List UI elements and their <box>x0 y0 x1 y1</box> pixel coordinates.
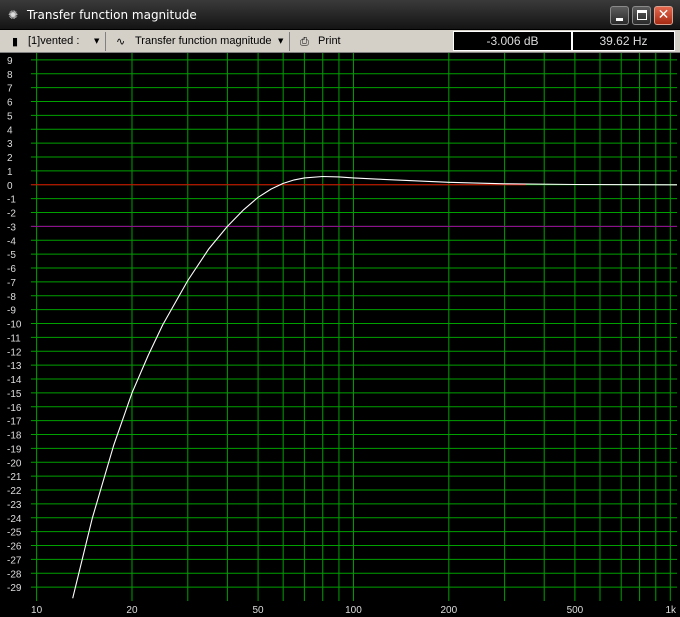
title-bar: ✺ Transfer function magnitude ✕ <box>0 0 680 30</box>
app-icon: ✺ <box>8 8 19 22</box>
x-tick-label: 100 <box>345 605 362 616</box>
project-selector-label: [1]vented : <box>28 35 80 47</box>
speaker-icon: ▮ <box>12 35 19 48</box>
y-tick-label: -2 <box>7 209 16 220</box>
y-tick-label: 2 <box>7 153 13 164</box>
y-tick-label: -9 <box>7 306 16 317</box>
close-icon: ✕ <box>657 7 670 23</box>
y-tick-label: 7 <box>7 84 13 95</box>
y-tick-label: -5 <box>7 250 16 261</box>
y-tick-label: -26 <box>7 542 22 553</box>
project-selector-dropdown[interactable]: ▮ [1]vented : ▼ <box>6 32 106 51</box>
y-tick-label: -13 <box>7 361 22 372</box>
db-readout: -3.006 dB <box>453 31 572 51</box>
x-tick-label: 50 <box>253 605 265 616</box>
x-tick-label: 20 <box>126 605 138 616</box>
y-tick-label: -14 <box>7 375 22 386</box>
x-tick-label: 10 <box>31 605 43 616</box>
minimize-button[interactable] <box>610 6 629 25</box>
plot-area[interactable]: 9 8 7 6 5 4 3 2 1 0 -1 -2 -3 -4 -5 -6 -7 -8 -9 -10 -11 -12 -13… <box>0 53 680 617</box>
y-tick-label: -1 <box>7 195 16 206</box>
y-tick-label: -11 <box>7 333 21 344</box>
y-tick-label: 5 <box>7 111 13 122</box>
y-tick-label: 9 <box>7 56 13 67</box>
chevron-down-icon: ▼ <box>278 37 284 45</box>
wave-icon: ∿ <box>116 35 126 48</box>
y-tick-label: -27 <box>7 555 22 566</box>
y-tick-label: -8 <box>7 292 16 303</box>
magnitude-curve <box>72 175 677 599</box>
y-tick-label: -7 <box>7 278 16 289</box>
y-tick-label: 4 <box>7 125 13 136</box>
y-tick-label: -16 <box>7 403 22 414</box>
graph-type-dropdown[interactable]: ∿ Transfer function magnitude ▼ <box>112 32 290 51</box>
y-tick-label: -18 <box>7 431 22 442</box>
hz-readout: 39.62 Hz <box>572 31 675 51</box>
reference-lines <box>31 184 677 227</box>
y-tick-label: 6 <box>7 98 13 109</box>
chevron-down-icon: ▼ <box>94 37 100 45</box>
y-tick-label: -20 <box>7 458 22 469</box>
x-tick-label: 1k <box>665 605 677 616</box>
y-tick-label: -23 <box>7 500 22 511</box>
y-tick-label: -10 <box>7 320 22 331</box>
y-tick-label: 0 <box>7 181 13 192</box>
y-tick-label: -6 <box>7 264 16 275</box>
y-tick-label: -24 <box>7 514 22 525</box>
y-tick-label: -12 <box>7 347 22 358</box>
printer-icon: ⎙ <box>300 35 309 48</box>
y-tick-label: -21 <box>7 472 22 483</box>
grid-lines <box>31 53 677 601</box>
x-tick-label: 500 <box>567 605 584 616</box>
y-tick-label: -15 <box>7 389 22 400</box>
minimize-icon <box>616 18 623 21</box>
y-tick-label: 3 <box>7 139 13 150</box>
maximize-button[interactable] <box>632 6 651 25</box>
y-tick-label: -28 <box>7 569 22 580</box>
graph-type-label: Transfer function magnitude <box>135 35 272 47</box>
x-tick-label: 200 <box>440 605 457 616</box>
y-tick-label: -4 <box>7 236 16 247</box>
print-button[interactable]: ⎙ Print <box>296 32 356 51</box>
print-label: Print <box>318 35 341 47</box>
toolbar: ▮ [1]vented : ▼ ∿ Transfer function magn… <box>0 30 680 53</box>
curve-layer <box>72 175 677 599</box>
y-tick-label: 8 <box>7 70 13 81</box>
y-tick-label: -25 <box>7 528 22 539</box>
y-tick-label: -19 <box>7 444 22 455</box>
y-tick-label: -29 <box>7 583 22 594</box>
magnitude-chart: 9876543210-1-2-3-4-5-6-7-8-9-10-11-12-13… <box>7 53 677 616</box>
y-tick-label: -3 <box>7 222 16 233</box>
y-tick-labels: 9 8 7 6 5 4 3 2 1 0 -1 -2 -3 -4 -5 -6 -7 -8 -9 -10 -11 -12 -13… <box>7 56 22 594</box>
x-tick-labels: 10 20 50 100 200 500 1k <box>31 605 677 616</box>
maximize-icon <box>637 10 647 20</box>
y-tick-label: -22 <box>7 486 22 497</box>
y-tick-label: 1 <box>7 167 13 178</box>
window-title: Transfer function magnitude <box>27 8 197 22</box>
y-tick-label: -17 <box>7 417 22 428</box>
close-button[interactable]: ✕ <box>654 6 673 25</box>
